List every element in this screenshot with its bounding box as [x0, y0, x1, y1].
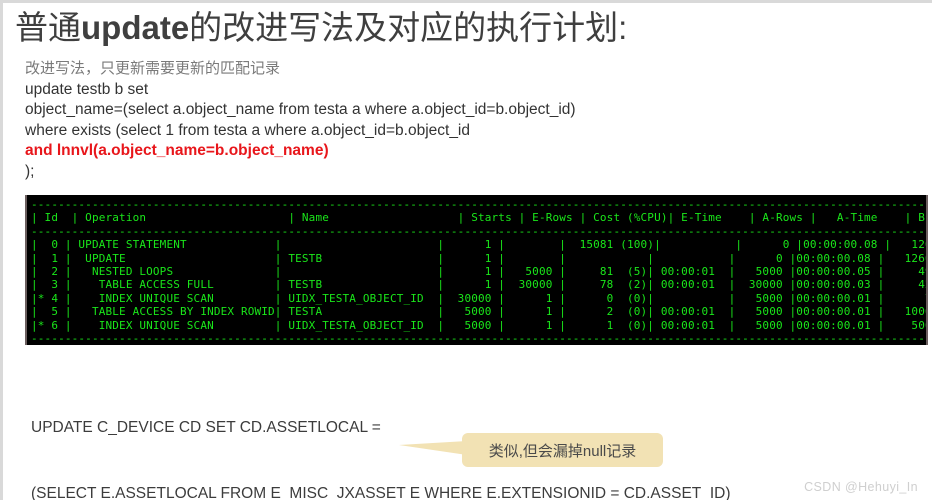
page-title-latin: update	[81, 9, 190, 46]
callout-tail-icon	[399, 441, 467, 455]
sql-top-line-lnnvl: and lnnvl(a.object_name=b.object_name)	[25, 142, 329, 159]
page-title: 普通update的改进写法及对应的执行计划:	[15, 7, 627, 49]
callout-bubble: 类似,但会漏掉null记录	[462, 433, 663, 467]
page-title-prefix: 普通	[15, 9, 81, 46]
sql-top-line-3: where exists (select 1 from testa a wher…	[25, 121, 470, 139]
page-title-suffix: 的改进写法及对应的执行计划:	[189, 9, 628, 46]
sql-top-note: 改进写法，只更新需要更新的匹配记录	[25, 60, 281, 77]
annotation-callout: 类似,但会漏掉null记录	[399, 433, 663, 467]
sql-snippet-top: 改进写法，只更新需要更新的匹配记录 update testb b set obj…	[25, 59, 905, 182]
sql-bottom-line-2: (SELECT E.ASSETLOCAL FROM E_MISC_JXASSET…	[31, 485, 731, 500]
watermark: CSDN @Hehuyi_In	[804, 480, 918, 494]
sql-top-line-close: );	[25, 162, 35, 180]
execution-plan-text: ----------------------------------------…	[27, 195, 926, 345]
callout-text: 类似,但会漏掉null记录	[488, 442, 637, 460]
slide-page: 普通update的改进写法及对应的执行计划: 改进写法，只更新需要更新的匹配记录…	[0, 0, 932, 500]
sql-top-line-1: update testb b set	[25, 80, 149, 98]
execution-plan-terminal: ----------------------------------------…	[25, 195, 928, 345]
sql-top-line-2: object_name=(select a.object_name from t…	[25, 101, 576, 118]
execution-plan-table: ----------------------------------------…	[31, 198, 928, 345]
